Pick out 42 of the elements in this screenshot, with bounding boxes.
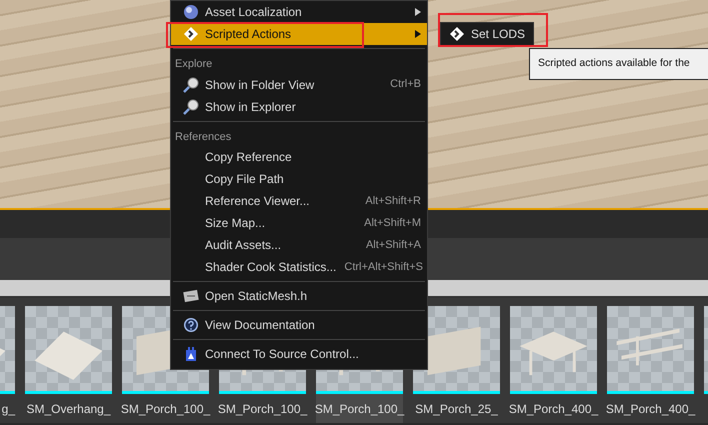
tooltip: Scripted actions available for the	[529, 48, 708, 80]
code-file-icon	[183, 288, 199, 304]
menu-item[interactable]: View Documentation	[171, 314, 427, 336]
asset-tile[interactable]: SM_Porch_400_	[510, 306, 597, 423]
search-icon	[183, 76, 199, 92]
diamond-icon	[449, 26, 465, 42]
menu-section-header: Explore	[174, 57, 214, 72]
plug-icon	[183, 346, 199, 362]
menu-section-header: References	[174, 130, 232, 144]
asset-name: SM_Porch_100_	[120, 401, 210, 418]
globe-icon	[183, 4, 199, 20]
asset-name: g_	[2, 401, 15, 418]
asset-name: SM_Porch_400_	[606, 401, 696, 418]
menu-item[interactable]: Audit Assets... Alt+Shift+A	[171, 234, 427, 256]
menu-item[interactable]: Connect To Source Control...	[171, 343, 427, 365]
search-icon	[183, 98, 199, 114]
shortcut-label: Ctrl+Alt+Shift+S	[344, 260, 423, 275]
menu-item[interactable]: Shader Cook Statistics... Ctrl+Alt+Shift+S	[171, 256, 427, 278]
menu-item[interactable]: Asset Localization	[171, 1, 427, 23]
asset-tile[interactable]: g_	[0, 306, 15, 423]
menu-item[interactable]: Size Map... Alt+Shift+M	[171, 212, 427, 234]
asset-name: SM_Porch_400_	[508, 401, 598, 418]
menu-item[interactable]: Copy Reference	[171, 146, 427, 168]
asset-name: SM_Porch_100_	[218, 401, 308, 418]
menu-item[interactable]: Set LODS	[471, 25, 526, 43]
asset-tile[interactable]: SM_Porch_400_	[607, 306, 694, 423]
asset-name: SM_Overhang_	[26, 401, 111, 418]
menu-item[interactable]: Show in Explorer	[171, 96, 427, 118]
shortcut-label: Alt+Shift+M	[364, 216, 421, 231]
asset-name: SM_Porch_100_	[314, 401, 404, 418]
diamond-icon	[183, 26, 199, 42]
asset-tile[interactable]: SM_Overhang_	[25, 306, 112, 423]
menu-item[interactable]: Copy File Path	[171, 168, 427, 190]
shortcut-label: Alt+Shift+R	[365, 194, 421, 209]
asset-name: SM_Porch_25_	[415, 401, 498, 418]
shortcut-label: Alt+Shift+A	[366, 238, 421, 253]
help-icon	[183, 317, 199, 333]
menu-item[interactable]: Show in Folder View Ctrl+B	[171, 74, 427, 96]
shortcut-label: Ctrl+B	[390, 77, 421, 92]
menu-item[interactable]: Scripted Actions	[171, 23, 427, 45]
menu-item[interactable]: Open StaticMesh.h	[171, 285, 427, 307]
menu-item[interactable]: Reference Viewer... Alt+Shift+R	[171, 190, 427, 212]
